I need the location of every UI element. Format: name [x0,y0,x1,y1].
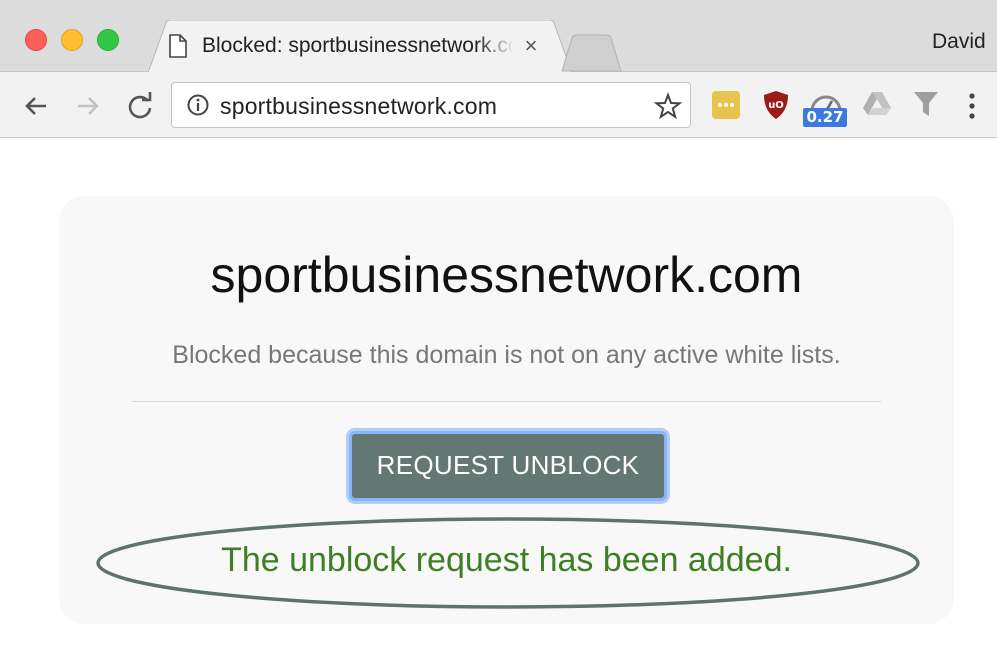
blocked-domain-heading: sportbusinessnetwork.com [210,247,803,303]
minimize-window-button[interactable] [61,29,83,51]
blocked-page-card: sportbusinessnetwork.com Blocked because… [59,196,954,624]
filter-icon[interactable] [912,89,940,119]
drive-icon[interactable] [862,89,892,117]
more-menu-icon[interactable] [966,92,978,120]
url-text[interactable]: sportbusinessnetwork.com [220,93,497,120]
more-dots-extension-icon[interactable] [710,89,742,121]
tab-title: Blocked: sportbusinessnetwork.com [202,34,514,57]
bookmark-star-icon[interactable] [654,92,682,120]
divider [132,401,881,402]
svg-text:uO: uO [768,100,784,111]
tab-close-icon[interactable]: × [520,33,542,59]
back-arrow-icon[interactable] [20,90,52,122]
new-tab-button[interactable] [560,34,624,72]
profile-name[interactable]: David [932,30,986,54]
reload-icon[interactable] [124,90,156,122]
browser-toolbar: sportbusinessnetwork.com uO [0,72,997,138]
forward-arrow-icon[interactable] [72,90,104,122]
page-file-icon [169,34,187,58]
info-icon[interactable] [186,93,210,117]
request-unblock-button[interactable]: REQUEST UNBLOCK [349,431,667,501]
address-bar[interactable]: sportbusinessnetwork.com [171,82,691,128]
zoom-window-button[interactable] [97,29,119,51]
active-tab[interactable]: Blocked: sportbusinessnetwork.com × [148,20,572,73]
speedometer-badge: 0.27 [803,108,847,127]
ublock-origin-icon[interactable]: uO [762,89,790,121]
browser-tab-strip: Blocked: sportbusinessnetwork.com × Davi… [0,0,997,73]
block-reason-text: Blocked because this domain is not on an… [172,341,841,369]
confirmation-message: The unblock request has been added. [221,541,792,579]
close-window-button[interactable] [25,29,47,51]
